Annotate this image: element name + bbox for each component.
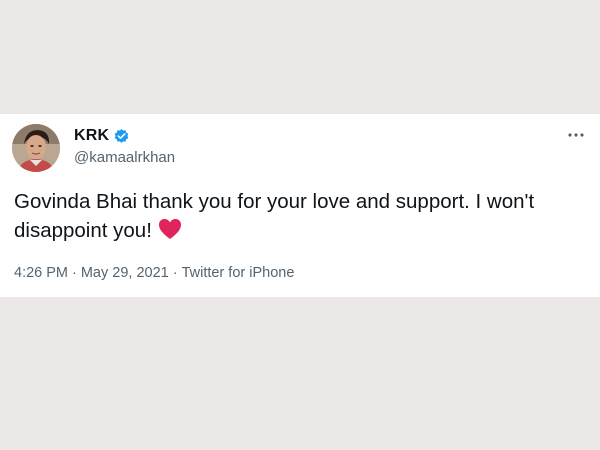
more-options-icon[interactable] [566,128,586,140]
meta-separator: · [72,265,77,281]
tweet-text: Govinda Bhai thank you for your love and… [14,190,535,242]
tweet-time[interactable]: 4:26 PM [14,265,68,281]
author-handle[interactable]: @kamaalrkhan [74,149,175,166]
author-display-name[interactable]: KRK [74,127,109,145]
tweet-source[interactable]: Twitter for iPhone [182,265,295,281]
tweet-metadata: 4:26 PM · May 29, 2021 · Twitter for iPhone [14,265,294,281]
meta-separator: · [172,265,178,281]
tweet-text-block: Govinda Bhai thank you for your love and… [14,187,584,245]
author-name-row: KRK [74,127,130,145]
avatar-image [12,124,60,172]
tweet-date[interactable]: May 29, 2021 [81,265,169,281]
red-heart-icon [158,218,182,240]
avatar[interactable] [12,124,60,172]
tweet-card: KRK @kamaalrkhan Govinda Bhai thank you … [0,114,600,297]
verified-badge-icon [113,128,130,145]
